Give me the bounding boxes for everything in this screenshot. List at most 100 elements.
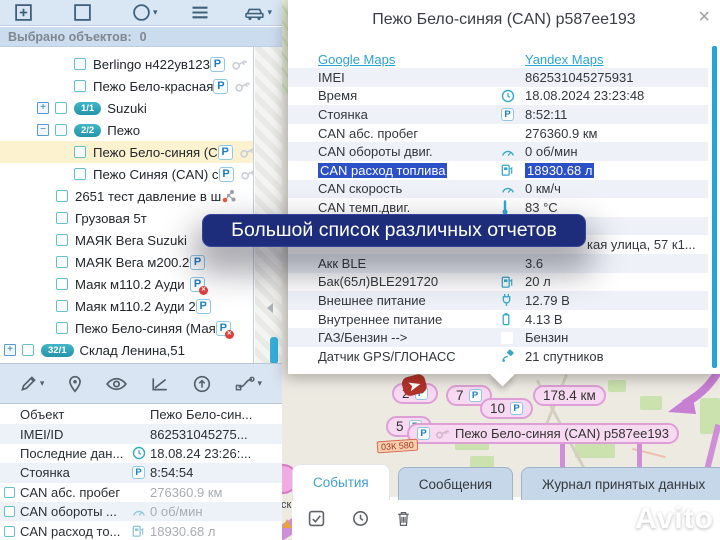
tree-group-sklad-lenina[interactable]: + 32/1 Склад Ленина,51: [0, 339, 253, 361]
tree-item-label: Маяк м110.2 Ауди 2: [75, 299, 196, 314]
tree-group-suzuki[interactable]: + 1/1 Suzuki: [0, 97, 253, 119]
checkbox[interactable]: [74, 168, 86, 180]
checkbox[interactable]: [4, 526, 15, 537]
chevron-down-icon: ▾: [268, 8, 273, 17]
tree-item-berlingo[interactable]: Berlingo н422ув123 P: [0, 53, 253, 75]
tree-group-label: Склад Ленина,51: [80, 343, 185, 358]
popup-scrollbar-thumb[interactable]: [712, 46, 717, 368]
add-object-button[interactable]: [14, 3, 33, 22]
tree-item-pezho-belo-sinyaya[interactable]: Пежо Бело-синяя (С P: [0, 141, 253, 163]
gauge-icon: [501, 184, 515, 194]
checkbox[interactable]: [74, 146, 86, 158]
checkbox[interactable]: [4, 487, 15, 498]
info-value: 18930.68 л: [150, 524, 282, 539]
parking-icon: P: [469, 389, 482, 402]
map-distance-bubble[interactable]: 178.4 км: [533, 385, 606, 406]
tree-item-pezho-sinyaya[interactable]: Пежо Синяя (CAN) с P: [0, 163, 253, 185]
tree-item-mayak-vega-m200[interactable]: МАЯК Вега м200.2 P: [0, 251, 253, 273]
parking-status-icon: P: [218, 145, 233, 160]
checkbox[interactable]: [74, 80, 86, 92]
expand-icon[interactable]: +: [37, 102, 49, 114]
vehicle-filter-button[interactable]: ▾: [244, 5, 273, 21]
expand-icon[interactable]: +: [4, 344, 16, 356]
popup-row-tank: Бак(65л)BLE291720 20 л: [288, 273, 708, 292]
map-bubble-10[interactable]: 10 P: [480, 398, 533, 419]
fuel-icon: [501, 163, 513, 177]
vehicle-position-icon[interactable]: [400, 372, 430, 399]
edit-button[interactable]: ▾: [20, 375, 45, 392]
checkbox[interactable]: [55, 124, 67, 136]
checkbox[interactable]: [56, 190, 68, 202]
key-icon: [434, 426, 451, 441]
tree-item-pezho-belo-krasnaya[interactable]: Пежо Бело-красная P: [0, 75, 253, 97]
bubble-count: 5: [396, 419, 404, 434]
checkbox[interactable]: [56, 278, 68, 290]
tree-scrollbar-thumb[interactable]: [270, 337, 278, 364]
info-value: 276360.9 км: [150, 485, 282, 500]
checkbox[interactable]: [56, 300, 68, 312]
map-label: ск: [281, 499, 291, 511]
yandex-maps-link[interactable]: Yandex Maps: [525, 52, 604, 67]
select-circle-button[interactable]: ▾: [132, 3, 158, 22]
popup-row-can-fuel-consumption[interactable]: CAN расход топлива 18930.68 л: [288, 161, 708, 180]
export-button[interactable]: [193, 375, 211, 393]
tree-item-label: Маяк м110.2 Ауди: [75, 277, 185, 292]
select-all-checkbox-icon[interactable]: [308, 510, 325, 527]
parking-icon: P: [417, 427, 430, 440]
visibility-button[interactable]: [106, 377, 127, 391]
tree-scroll-gutter: [255, 47, 282, 363]
parking-error-icon: P: [216, 321, 231, 336]
chevron-down-icon: ▾: [258, 379, 263, 388]
show-on-map-button[interactable]: [68, 375, 82, 393]
checkbox[interactable]: [4, 506, 15, 517]
selected-objects-count: 0: [140, 30, 147, 44]
checkbox[interactable]: [56, 322, 68, 334]
tab-data-log[interactable]: Журнал принятых данных: [521, 467, 720, 500]
row-value: 0 км/ч: [525, 181, 708, 196]
watermark: Avito: [595, 502, 714, 536]
scroll-arrow-icon[interactable]: [267, 303, 273, 313]
checkbox[interactable]: [22, 344, 34, 356]
popup-row-time: Время 18.08.2024 23:23:48: [288, 87, 708, 106]
row-label: Бак(65л)BLE291720: [318, 274, 501, 289]
tree-item-mayak-m110-audi-2[interactable]: Маяк м110.2 Ауди 2 P: [0, 295, 253, 317]
checkbox[interactable]: [56, 234, 68, 246]
collapse-icon[interactable]: −: [37, 124, 49, 136]
route-arrow-icon: [666, 370, 720, 418]
close-icon[interactable]: ×: [698, 7, 710, 27]
checkbox[interactable]: [55, 102, 67, 114]
info-row-can-mileage: CAN абс. пробег 276360.9 км: [0, 483, 282, 502]
app-window: ск 2 P 7 P 10 P 178.4 км 5 P P: [0, 0, 720, 540]
popup-row-external-power: Внешнее питание 12.79 В: [288, 291, 708, 310]
google-maps-link[interactable]: Google Maps: [318, 52, 395, 67]
tab-messages[interactable]: Сообщения: [398, 467, 513, 500]
tree-item-label: Пежо Бело-синяя (С: [93, 145, 218, 160]
popup-row-can-speed: CAN скорость 0 км/ч: [288, 180, 708, 199]
popup-row-akk-ble: Акк BLE 3.6: [288, 254, 708, 273]
map-warning-marker: [282, 519, 292, 528]
row-value: 0 об/мин: [525, 144, 708, 159]
track-button[interactable]: ▾: [235, 376, 263, 391]
gauge-icon: [132, 507, 146, 517]
row-label: Стоянка: [318, 107, 501, 122]
row-value: 8:52:11: [525, 107, 708, 122]
tree-item-pezho-belo-sinyaya-mayak[interactable]: Пежо Бело-синяя (Мая P: [0, 317, 253, 339]
tab-events[interactable]: События: [292, 464, 390, 500]
tree-group-pezho[interactable]: − 2/2 Пежо: [0, 119, 253, 141]
chevron-down-icon: ▾: [40, 379, 45, 388]
unit-details-popup: Пежо Бело-синяя (CAN) p587ee193 × Google…: [288, 0, 720, 374]
checkbox[interactable]: [74, 58, 86, 70]
checkbox[interactable]: [56, 256, 68, 268]
history-clock-icon[interactable]: [352, 510, 369, 527]
info-row-can-fuel: CAN расход то... 18930.68 л: [0, 521, 282, 540]
row-label: Датчик GPS/ГЛОНАСС: [318, 349, 501, 364]
map-unit-bubble[interactable]: P Пежо Бело-синяя (CAN) p587ee193: [407, 423, 679, 444]
chart-button[interactable]: [151, 376, 169, 392]
trash-icon[interactable]: [396, 510, 411, 527]
tree-item-2651-test[interactable]: 2651 тест давление в ш: [0, 185, 253, 207]
list-view-button[interactable]: [190, 5, 210, 20]
checkbox[interactable]: [56, 212, 68, 224]
row-value: 12.79 В: [525, 293, 708, 308]
select-area-button[interactable]: [73, 3, 92, 22]
tree-item-mayak-m110-audi[interactable]: Маяк м110.2 Ауди P: [0, 273, 253, 295]
